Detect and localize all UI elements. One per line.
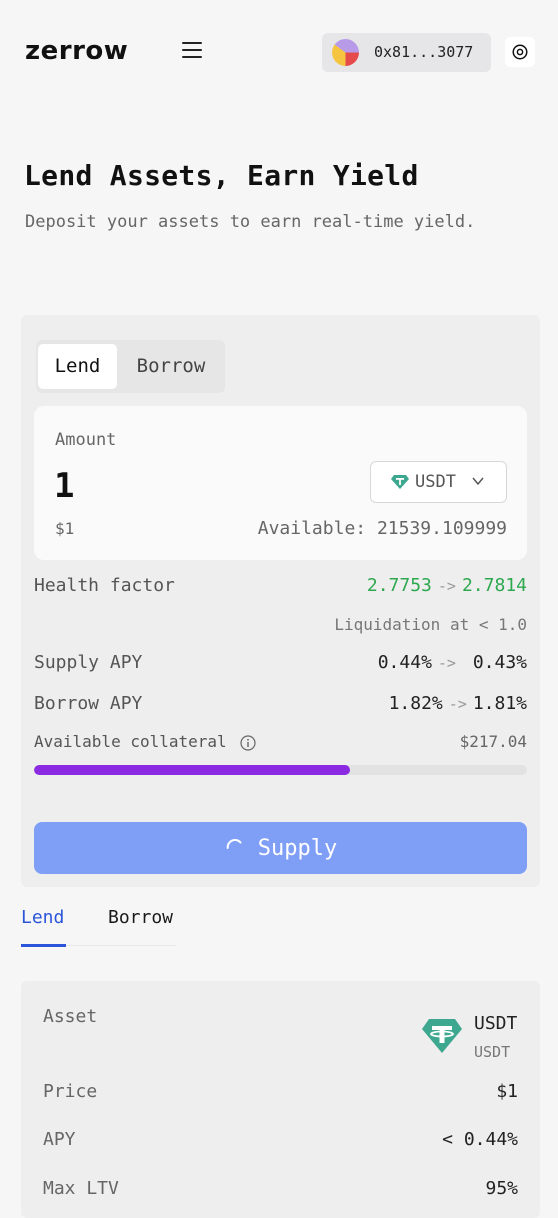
- tether-icon: [391, 475, 409, 489]
- collateral-value: $217.04: [459, 732, 527, 751]
- app-logo[interactable]: zerrow: [25, 36, 128, 66]
- wallet-address: 0x81...3077: [374, 43, 474, 61]
- arrow: ->: [437, 654, 456, 672]
- collateral-row: Available collateral $217.04: [34, 732, 527, 756]
- collateral-label: Available collateral: [34, 732, 256, 751]
- arrow: ->: [448, 695, 467, 713]
- settings-button[interactable]: [505, 37, 535, 67]
- liquidation-threshold: Liquidation at < 1.0: [334, 615, 527, 634]
- health-factor-row: Health factor 2.7753 -> 2.7814: [34, 575, 527, 599]
- tether-icon: [422, 1019, 462, 1053]
- asset-label: Asset: [43, 1006, 98, 1027]
- tab-divider: [66, 945, 176, 946]
- token-name: USDT: [415, 472, 456, 492]
- supply-button-label: Supply: [257, 835, 338, 861]
- supply-apy-label: Supply APY: [34, 652, 143, 673]
- chevron-down-icon: [472, 477, 484, 486]
- tab-lend[interactable]: Lend: [38, 344, 117, 389]
- borrow-apy-current: 1.82%: [388, 693, 443, 714]
- max-ltv-value: 95%: [485, 1178, 518, 1199]
- borrow-apy-new: 1.81%: [472, 693, 527, 714]
- price-label: Price: [43, 1081, 98, 1102]
- health-factor-new: 2.7814: [461, 575, 527, 596]
- lend-borrow-toggle: Lend Borrow: [36, 340, 225, 393]
- supply-apy-row: Supply APY 0.44% -> 0.43%: [34, 652, 527, 676]
- loading-spinner-icon: [226, 838, 242, 850]
- gear-icon: [512, 44, 528, 60]
- tab-borrow[interactable]: Borrow: [124, 344, 218, 389]
- amount-input[interactable]: [54, 466, 254, 506]
- health-factor-current: 2.7753: [366, 575, 432, 596]
- borrow-apy-row: Borrow APY 1.82% -> 1.81%: [34, 693, 527, 717]
- borrow-apy-value: 1.82% -> 1.81%: [389, 693, 527, 714]
- borrow-apy-label: Borrow APY: [34, 693, 143, 714]
- arrow: ->: [437, 577, 456, 595]
- collateral-progress-fill: [34, 765, 350, 775]
- info-icon[interactable]: [240, 734, 256, 751]
- supply-apy-current: 0.44%: [377, 652, 432, 673]
- asset-details-card: Asset USDT USDT Price $1 APY < 0.44% Max…: [21, 981, 540, 1218]
- asset-subtitle: USDT: [474, 1043, 511, 1061]
- market-tab-borrow[interactable]: Borrow: [108, 907, 173, 928]
- collateral-progress: [34, 765, 527, 775]
- asset-row: Asset USDT USDT: [43, 1006, 518, 1066]
- supply-apy-new: 0.43%: [472, 652, 527, 673]
- active-tab-indicator: [21, 944, 66, 947]
- apy-label: APY: [43, 1129, 76, 1150]
- usd-value: $1: [55, 519, 75, 538]
- supply-apy-value: 0.44% -> 0.43%: [378, 652, 527, 673]
- token-select[interactable]: USDT: [370, 461, 507, 503]
- health-factor-label: Health factor: [34, 575, 175, 596]
- top-header: zerrow 0x81...3077: [0, 0, 558, 104]
- price-value: $1: [496, 1081, 518, 1102]
- max-ltv-label: Max LTV: [43, 1178, 119, 1199]
- page-title: Lend Assets, Earn Yield: [24, 159, 419, 192]
- amount-label: Amount: [55, 430, 117, 450]
- wallet-button[interactable]: 0x81...3077: [322, 33, 491, 72]
- menu-icon[interactable]: [182, 42, 202, 60]
- apy-value: < 0.44%: [442, 1129, 518, 1150]
- market-tabs: Lend Borrow: [21, 903, 181, 949]
- page-subtitle: Deposit your assets to earn real-time yi…: [25, 212, 476, 232]
- supply-button[interactable]: Supply: [34, 822, 527, 874]
- lend-panel: Lend Borrow Amount USDT $1 Available: 21…: [21, 315, 540, 887]
- wallet-avatar: [332, 39, 359, 66]
- available-balance: Available: 21539.109999: [257, 518, 507, 539]
- health-factor-value: 2.7753 -> 2.7814: [367, 575, 527, 596]
- amount-box: Amount USDT $1 Available: 21539.109999: [34, 406, 527, 560]
- collateral-label-text: Available collateral: [34, 732, 227, 751]
- market-tab-lend[interactable]: Lend: [21, 907, 64, 928]
- asset-symbol: USDT: [474, 1013, 518, 1034]
